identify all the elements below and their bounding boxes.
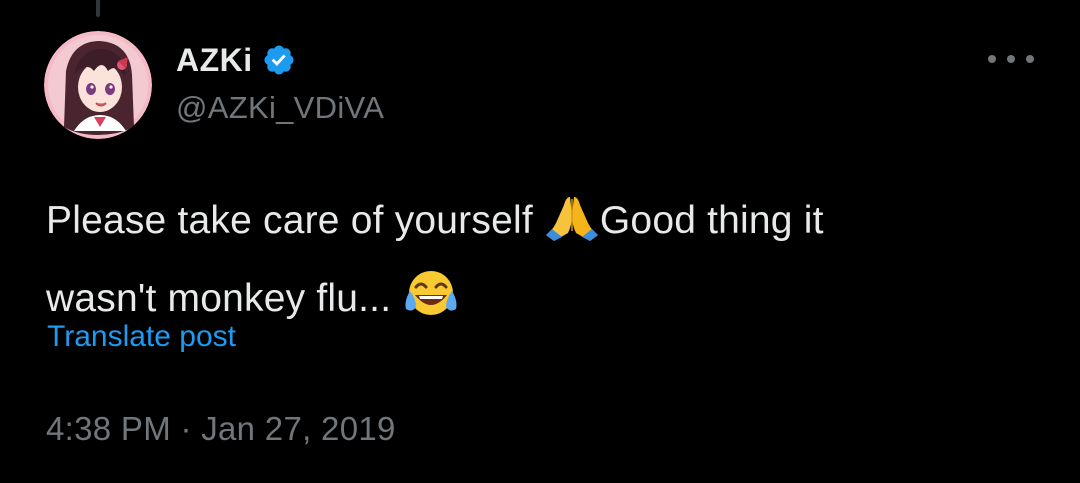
more-dot [1026, 55, 1034, 63]
more-horizontal-icon[interactable] [988, 46, 1034, 72]
avatar[interactable] [44, 31, 152, 139]
tears-of-joy-emoji-icon [402, 269, 460, 342]
tweet-text-line2: wasn't monkey flu... [46, 277, 403, 320]
tweet-header: AZKi @AZKi_VDiVA [176, 40, 384, 126]
verified-badge-icon[interactable] [262, 43, 296, 77]
tweet-text: Please take care of yourself Good thing … [46, 186, 1046, 342]
tweet-timestamp[interactable]: 4:38 PM · Jan 27, 2019 [46, 410, 396, 448]
display-name[interactable]: AZKi [176, 42, 253, 79]
thread-connector-line [96, 0, 100, 17]
name-row: AZKi [176, 40, 384, 80]
more-dot [988, 55, 996, 63]
tweet-text-line1-part2: Good thing it [599, 199, 824, 242]
translate-post-link[interactable]: Translate post [47, 320, 236, 354]
user-handle[interactable]: @AZKi_VDiVA [176, 90, 384, 126]
tweet-text-line1-part1: Please take care of yourself [46, 199, 544, 242]
more-dot [1007, 55, 1015, 63]
folded-hands-emoji-icon [544, 194, 600, 264]
